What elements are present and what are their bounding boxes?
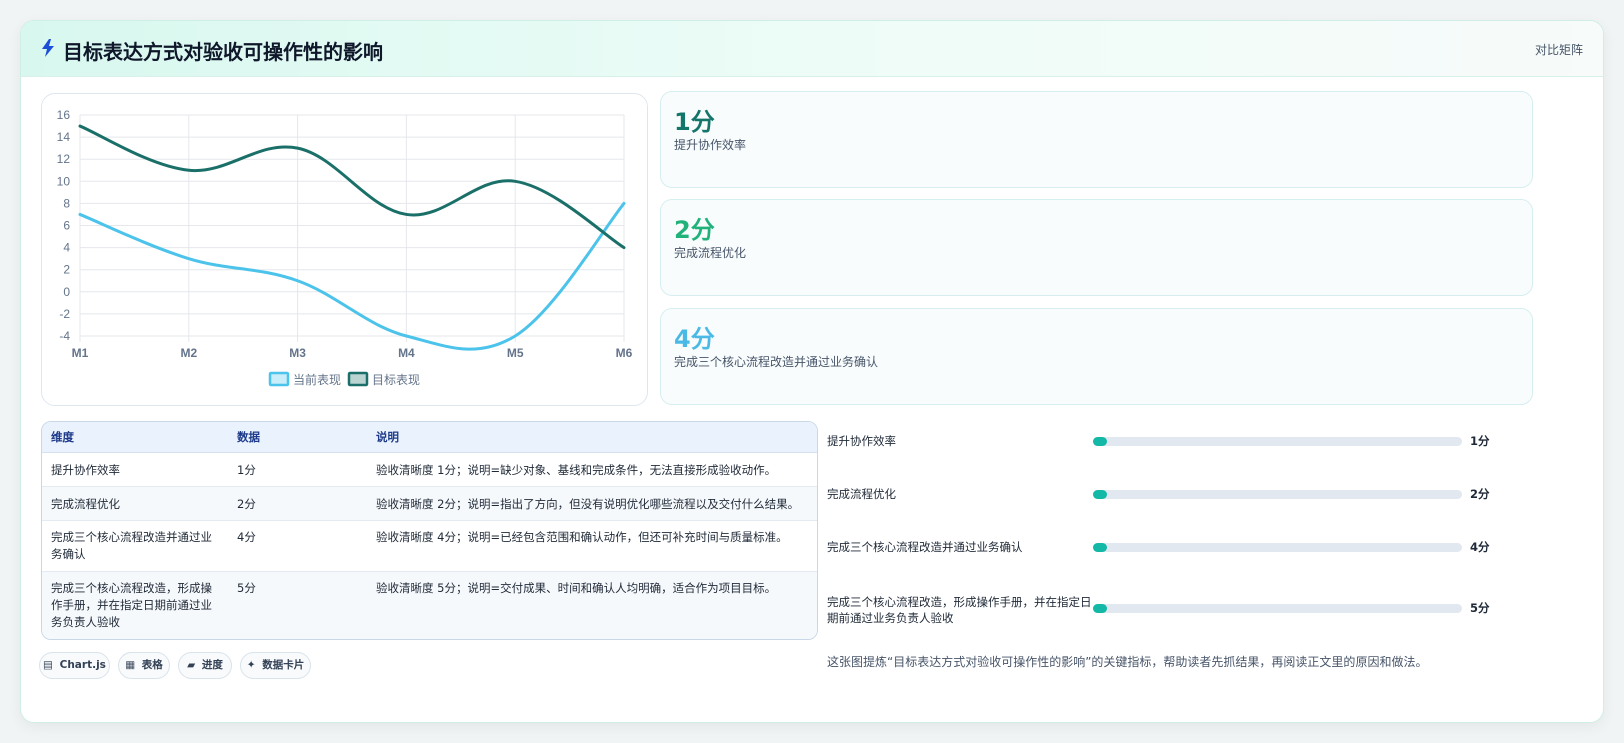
- series-line-2: [78, 124, 626, 250]
- cell-data: 5分: [237, 581, 256, 595]
- cell-data: 1分: [237, 463, 256, 477]
- sparkle-icon: ✦: [246, 659, 256, 671]
- progress-icon: ▰: [187, 659, 196, 671]
- table-row: 完成流程优化 2分 验收清晰度 2分；说明=指出了方向，但没有说明优化哪些流程以…: [42, 487, 817, 521]
- progress-value: 4分: [1470, 540, 1490, 554]
- chip-data-card[interactable]: ✦ 数据卡片: [240, 652, 311, 679]
- y-tick-label: 2: [63, 263, 70, 277]
- card-header: 目标表达方式对验收可操作性的影响 对比矩阵: [21, 21, 1603, 77]
- x-tick-label: M5: [507, 346, 524, 360]
- cell-dimension: 提升协作效率: [51, 463, 120, 477]
- progress-value: 5分: [1470, 601, 1490, 615]
- legend-swatch: [268, 371, 290, 387]
- chip-chartjs[interactable]: ▤ Chart.js: [39, 652, 110, 679]
- y-tick-label: 4: [63, 241, 70, 255]
- y-tick-label: 16: [57, 108, 71, 122]
- progress-track: [1093, 490, 1462, 499]
- progress-label: 完成三个核心流程改造并通过业务确认: [827, 540, 1023, 554]
- y-tick-label: 14: [57, 130, 71, 144]
- column-header-dimension: 维度: [51, 430, 74, 444]
- progress-fill: [1093, 490, 1107, 499]
- cell-dimension: 完成三个核心流程改造并通过业务确认: [51, 530, 212, 561]
- x-tick-label: M6: [616, 346, 633, 360]
- y-tick-label: 12: [57, 152, 71, 166]
- y-tick-label: 0: [63, 285, 70, 299]
- progress-fill: [1093, 437, 1107, 446]
- chip-label: 数据卡片: [262, 659, 305, 671]
- progress-fill: [1093, 543, 1107, 552]
- progress-track: [1093, 543, 1462, 552]
- cell-data: 4分: [237, 530, 256, 544]
- chip-label: 表格: [141, 659, 163, 671]
- chip-progress[interactable]: ▰ 进度: [178, 652, 232, 679]
- progress-label: 完成三个核心流程改造，形成操作手册，并在指定日期前通过业务负责人验收: [827, 595, 1092, 625]
- cell-data: 2分: [237, 497, 256, 511]
- view-mode-label[interactable]: 对比矩阵: [1535, 41, 1583, 58]
- progress-label: 完成流程优化: [827, 487, 896, 501]
- progress-fill: [1093, 604, 1107, 613]
- cell-dimension: 完成流程优化: [51, 497, 120, 511]
- chip-table[interactable]: ▦ 表格: [118, 652, 170, 679]
- progress-list: 提升协作效率 1分 完成流程优化 2分 完成三个核心流程改造并通过业务确认 4分…: [827, 421, 1527, 651]
- table-icon: ▦: [125, 659, 136, 671]
- kpi-card-1: 1分 提升协作效率: [660, 91, 1533, 188]
- progress-value: 1分: [1470, 434, 1490, 448]
- line-chart-panel: 16 14 12 10 8 6 4 2 0 -2 -4 M1 M2 M3 M4 M5 M6 当前表现 目标表现: [41, 93, 648, 406]
- legend-label: 目标表现: [372, 373, 420, 387]
- column-header-data: 数据: [237, 430, 260, 444]
- summary-note: 这张图提炼“目标表达方式对验收可操作性的影响”的关键指标，帮助读者先抓结果，再阅…: [827, 655, 1428, 669]
- chart-icon: ▤: [43, 659, 53, 671]
- table-row: 提升协作效率 1分 验收清晰度 1分；说明=缺少对象、基线和完成条件，无法直接形…: [42, 453, 817, 487]
- y-tick-label: 10: [57, 174, 71, 188]
- chip-label: 进度: [201, 659, 223, 671]
- y-tick-label: -2: [59, 307, 70, 321]
- y-tick-label: 6: [63, 219, 70, 233]
- x-tick-label: M2: [180, 346, 197, 360]
- kpi-card-2: 2分 完成流程优化: [660, 199, 1533, 296]
- legend-label: 当前表现: [293, 372, 341, 387]
- progress-track: [1093, 437, 1462, 446]
- progress-track: [1093, 604, 1462, 613]
- kpi-value: 2分: [674, 216, 715, 244]
- cell-description: 验收清晰度 5分；说明=交付成果、时间和确认人均明确，适合作为项目目标。: [376, 581, 777, 595]
- data-table: 维度 数据 说明 提升协作效率 1分 验收清晰度 1分；说明=缺少对象、基线和完…: [41, 421, 818, 640]
- chip-label: Chart.js: [59, 659, 106, 671]
- y-tick-label: -4: [59, 329, 70, 343]
- kpi-label: 完成三个核心流程改造并通过业务确认: [674, 355, 879, 369]
- cell-description: 验收清晰度 2分；说明=指出了方向，但没有说明优化哪些流程以及交付什么结果。: [376, 497, 800, 511]
- cell-dimension: 完成三个核心流程改造，形成操作手册，并在指定日期前通过业务负责人验收: [51, 581, 212, 629]
- kpi-card-3: 4分 完成三个核心流程改造并通过业务确认: [660, 308, 1533, 405]
- table-row: 完成三个核心流程改造并通过业务确认 4分 验收清晰度 4分；说明=已经包含范围和…: [42, 521, 817, 572]
- cell-description: 验收清晰度 4分；说明=已经包含范围和确认动作，但还可补充时间与质量标准。: [376, 530, 788, 544]
- y-tick-label: 8: [63, 196, 70, 210]
- x-tick-label: M1: [72, 346, 89, 360]
- kpi-value: 4分: [674, 325, 715, 353]
- kpi-label: 完成流程优化: [674, 246, 747, 260]
- table-header: 维度 数据 说明: [42, 422, 817, 453]
- x-tick-label: M3: [289, 346, 306, 360]
- x-tick-label: M4: [398, 346, 415, 360]
- progress-label: 提升协作效率: [827, 434, 896, 448]
- column-header-description: 说明: [376, 430, 399, 444]
- table-row: 完成三个核心流程改造，形成操作手册，并在指定日期前通过业务负责人验收 5分 验收…: [42, 572, 817, 639]
- lightning-icon: [42, 39, 54, 57]
- main-card: 目标表达方式对验收可操作性的影响 对比矩阵 16 14 12 10 8 6 4 2 0 -2 -4 M…: [20, 20, 1604, 723]
- kpi-value: 1分: [674, 108, 715, 136]
- legend-swatch: [347, 371, 369, 387]
- page-title: 目标表达方式对验收可操作性的影响: [63, 40, 383, 64]
- cell-description: 验收清晰度 1分；说明=缺少对象、基线和完成条件，无法直接形成验收动作。: [376, 463, 777, 477]
- kpi-label: 提升协作效率: [674, 138, 747, 152]
- progress-value: 2分: [1470, 487, 1490, 501]
- line-chart: 16 14 12 10 8 6 4 2 0 -2 -4M1 M2 M3 M4 M5 M6 当前表现 目标表现: [57, 108, 633, 387]
